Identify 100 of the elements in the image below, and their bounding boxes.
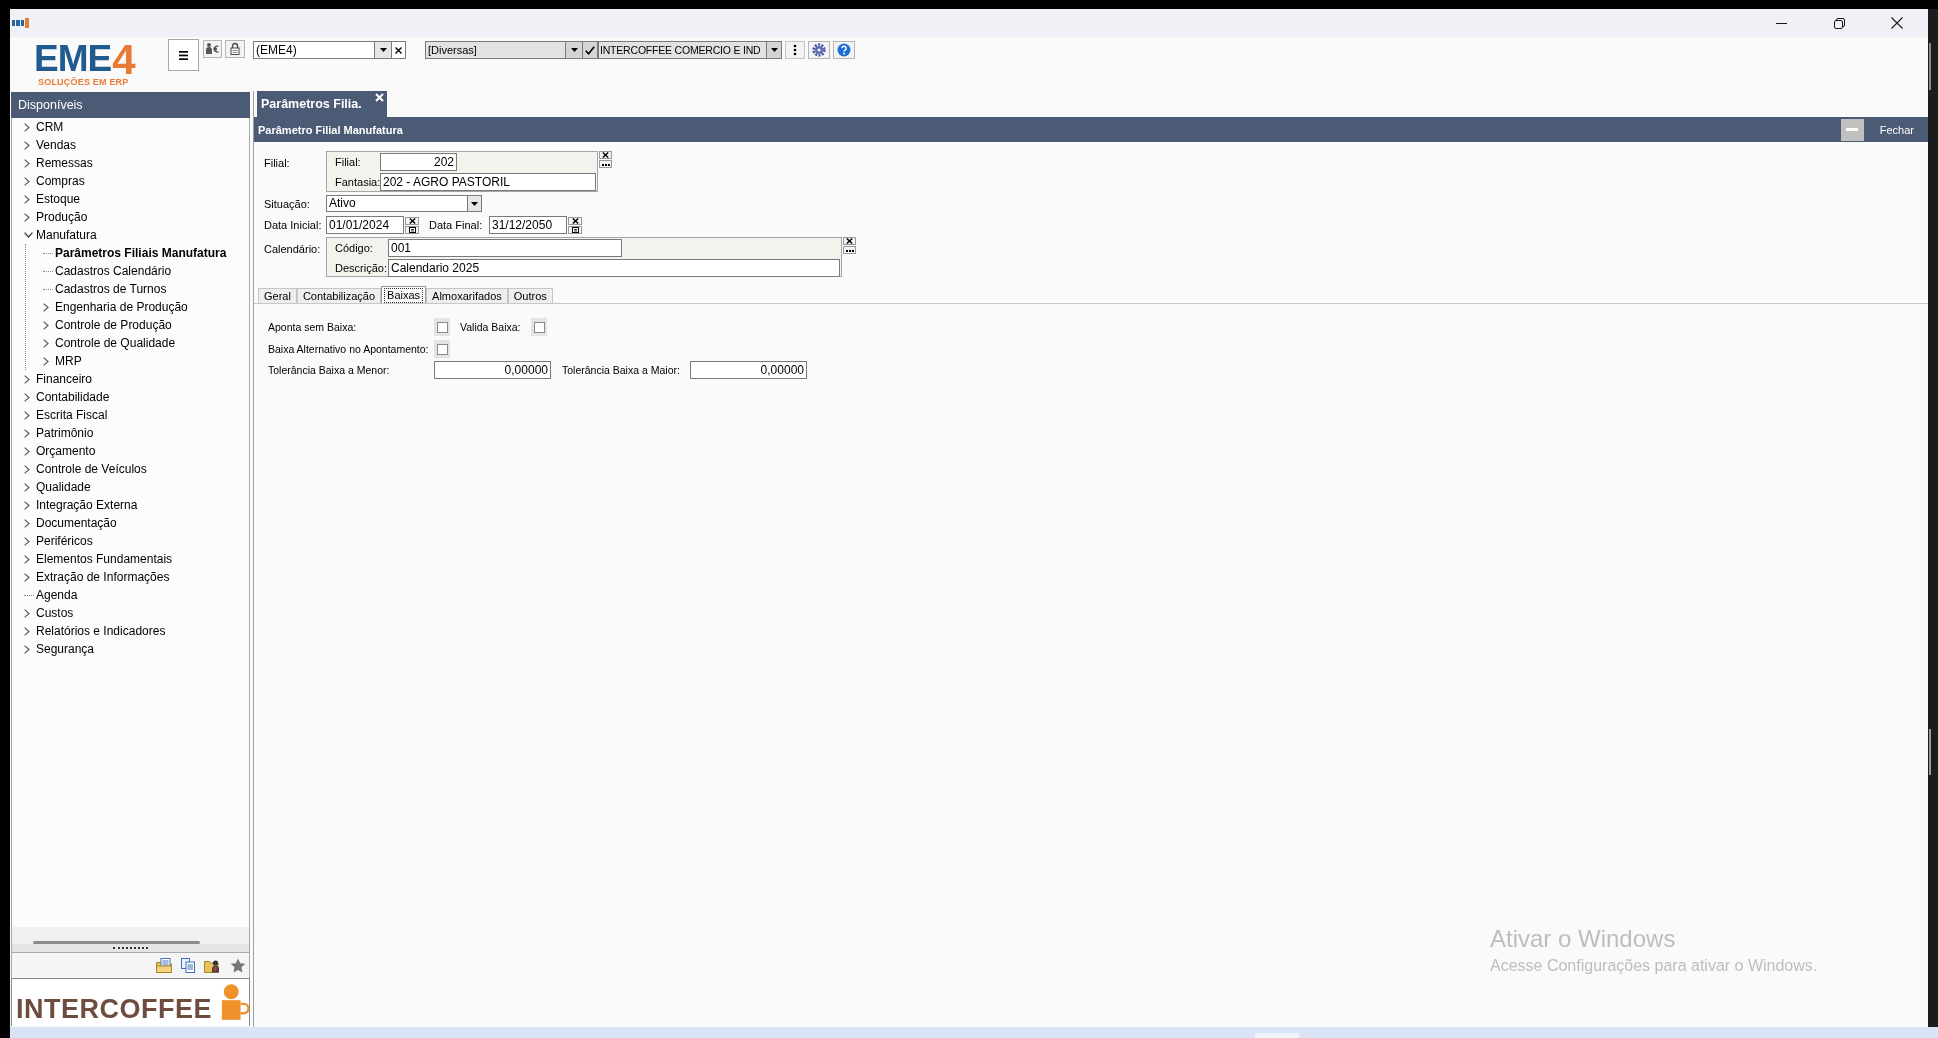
date-field[interactable]: 01/01/2024 — [326, 216, 404, 234]
clear-button[interactable] — [405, 216, 419, 225]
chevron-right-icon[interactable] — [24, 644, 30, 654]
chevron-right-icon[interactable] — [24, 392, 30, 402]
lookup-button[interactable] — [599, 160, 612, 168]
tree-item[interactable]: Produção — [36, 209, 88, 225]
close-button[interactable]: Fechar — [1879, 122, 1914, 137]
more-icon[interactable] — [785, 41, 805, 59]
chevron-right-icon[interactable] — [24, 500, 30, 510]
number-field[interactable]: 0,00000 — [434, 361, 551, 379]
currency-icon[interactable] — [203, 40, 222, 58]
database-field[interactable]: (EME4) — [253, 41, 375, 59]
scrollbar-thumb[interactable] — [1929, 729, 1931, 775]
checkbox[interactable] — [533, 321, 545, 333]
clear-button[interactable] — [568, 216, 582, 225]
chevron-right-icon[interactable] — [24, 554, 30, 564]
tree-item[interactable]: Patrimônio — [36, 425, 94, 441]
chevron-down-icon[interactable] — [24, 232, 33, 238]
description-field[interactable]: Calendario 2025 — [388, 258, 840, 277]
tree-item[interactable]: Escrita Fiscal — [36, 407, 108, 423]
chevron-right-icon[interactable] — [24, 158, 30, 168]
tree-item[interactable]: Elementos Fundamentais — [36, 551, 173, 567]
tree-item[interactable]: Controle de Veículos — [36, 461, 147, 477]
tree-item[interactable]: Vendas — [36, 137, 77, 153]
tree-item[interactable]: Periféricos — [36, 533, 93, 549]
tree-item[interactable]: MRP — [55, 353, 82, 369]
clear-button[interactable] — [843, 237, 856, 245]
chevron-right-icon[interactable] — [24, 572, 30, 582]
chevron-right-icon[interactable] — [24, 194, 30, 204]
chevron-right-icon[interactable] — [24, 428, 30, 438]
tree-item[interactable]: Remessas — [36, 155, 93, 171]
tree-item[interactable]: Qualidade — [36, 479, 91, 495]
chevron-right-icon[interactable] — [24, 536, 30, 546]
lock-icon[interactable] — [225, 40, 245, 58]
copy-icon[interactable] — [181, 958, 195, 973]
code-field[interactable]: 001 — [388, 239, 622, 257]
chevron-right-icon[interactable] — [24, 464, 30, 474]
menu-button[interactable] — [168, 39, 199, 71]
chevron-right-icon[interactable] — [43, 320, 49, 330]
chevron-right-icon[interactable] — [24, 140, 30, 150]
tab[interactable]: Geral — [258, 288, 297, 303]
checkbox[interactable] — [436, 321, 448, 333]
company-field[interactable]: INTERCOFFEE COMERCIO E IND — [598, 41, 767, 59]
dropdown-button[interactable] — [375, 41, 392, 59]
tree-item[interactable]: Agenda — [36, 587, 78, 603]
tree-item[interactable]: Parâmetros Filiais Manufatura — [55, 245, 227, 261]
tab[interactable]: Outros — [507, 288, 553, 303]
document-tab[interactable]: Parâmetros Filia. — [257, 91, 387, 117]
tree-item[interactable]: Relatórios e Indicadores — [36, 623, 166, 639]
number-field[interactable]: 0,00000 — [690, 361, 807, 379]
dropdown-button[interactable] — [566, 41, 583, 59]
chevron-right-icon[interactable] — [43, 356, 49, 366]
user-folder-icon[interactable] — [204, 958, 221, 973]
help-icon[interactable] — [833, 41, 855, 59]
chevron-right-icon[interactable] — [24, 518, 30, 528]
calendar-button[interactable] — [568, 225, 582, 234]
star-icon[interactable] — [230, 958, 246, 973]
tree-item[interactable]: Manufatura — [36, 227, 97, 243]
tree-item[interactable]: Contabilidade — [36, 389, 110, 405]
code-field[interactable]: 202 — [380, 153, 457, 171]
tab[interactable]: Almoxarifados — [426, 288, 508, 303]
tree-item[interactable]: Controle de Produção — [55, 317, 172, 333]
lookup-button[interactable] — [843, 246, 856, 254]
confirm-button[interactable] — [583, 41, 598, 59]
close-icon[interactable] — [375, 93, 384, 102]
tree-item[interactable]: Engenharia de Produção — [55, 299, 188, 315]
checkbox[interactable] — [436, 343, 448, 355]
calendar-button[interactable] — [405, 225, 419, 234]
tree-item[interactable]: Custos — [36, 605, 74, 621]
tree-item[interactable]: Extração de Informações — [36, 569, 170, 585]
chevron-right-icon[interactable] — [24, 122, 30, 132]
chevron-right-icon[interactable] — [24, 212, 30, 222]
tree-item[interactable]: Estoque — [36, 191, 81, 207]
tree-item[interactable]: Compras — [36, 173, 85, 189]
date-field[interactable]: 31/12/2050 — [489, 216, 567, 234]
tree-item[interactable]: Integração Externa — [36, 497, 138, 513]
tab[interactable]: Baixas — [381, 286, 427, 303]
dropdown-button[interactable] — [767, 41, 782, 59]
chevron-right-icon[interactable] — [24, 608, 30, 618]
tree-item[interactable]: CRM — [36, 119, 64, 135]
tree-item[interactable]: Financeiro — [36, 371, 93, 387]
scrollbar-thumb[interactable] — [1929, 43, 1931, 90]
chevron-right-icon[interactable] — [24, 446, 30, 456]
document-folder-icon[interactable] — [156, 958, 172, 973]
clear-button[interactable] — [392, 41, 406, 59]
collapse-button[interactable] — [1840, 118, 1864, 141]
chevron-right-icon[interactable] — [24, 374, 30, 384]
chevron-right-icon[interactable] — [24, 410, 30, 420]
tree-item[interactable]: Cadastros de Turnos — [55, 281, 167, 297]
splitter-handle[interactable] — [113, 947, 148, 949]
tree-item[interactable]: Segurança — [36, 641, 95, 657]
scrollbar-thumb[interactable] — [33, 941, 200, 944]
chevron-right-icon[interactable] — [24, 176, 30, 186]
description-field[interactable]: 202 - AGRO PASTORIL — [380, 172, 596, 191]
tree-item[interactable]: Cadastros Calendário — [55, 263, 172, 279]
chevron-right-icon[interactable] — [43, 338, 49, 348]
tree-item[interactable]: Orçamento — [36, 443, 96, 459]
tree-item[interactable]: Controle de Qualidade — [55, 335, 176, 351]
clear-button[interactable] — [599, 151, 612, 159]
chevron-right-icon[interactable] — [43, 302, 49, 312]
